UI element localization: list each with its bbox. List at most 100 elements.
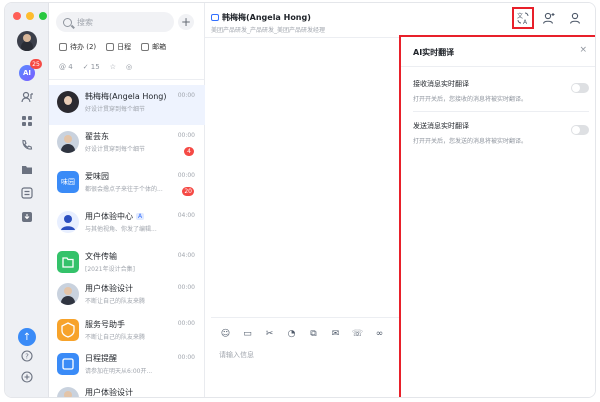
chat-title: 韩梅梅(Angela Hong) xyxy=(211,12,311,23)
avatar xyxy=(57,91,79,113)
service-assistant-icon xyxy=(57,319,79,341)
voice-call-icon[interactable]: ☏ xyxy=(351,327,364,340)
zoom-window-button[interactable] xyxy=(39,12,47,20)
app-window: AI 25 ↑ ? 搜索 + 待办 (2) 日程 邮箱 @ 4 ✓ 15 ☆ ◎… xyxy=(4,2,596,398)
chat-name: 用户体验设计 xyxy=(85,388,133,397)
create-button[interactable]: + xyxy=(178,14,194,30)
chat-time: 00:00 xyxy=(177,354,195,361)
share-icon[interactable]: ⧉ xyxy=(307,327,320,340)
emoji-icon[interactable]: ☺ xyxy=(219,327,232,340)
add-member-icon[interactable] xyxy=(541,10,557,26)
chat-time: 04:00 xyxy=(177,212,195,219)
minimize-window-button[interactable] xyxy=(26,12,34,20)
quick-filters: 待办 (2) 日程 邮箱 xyxy=(59,42,166,52)
avatar xyxy=(57,131,79,153)
profile-icon[interactable] xyxy=(567,10,583,26)
ai-translate-panel: AI实时翻译 × 接收消息实时翻译 打开开关后，您接收的消息将被实时翻译。 发送… xyxy=(399,35,595,397)
chat-name: 用户体验设计 xyxy=(85,284,133,293)
chat-name: 用户体验中心 A xyxy=(85,212,145,221)
message-icon[interactable]: ✉ xyxy=(329,327,342,340)
chat-name: 服务号助手 xyxy=(85,320,125,329)
avatar xyxy=(57,283,79,305)
option-title: 接收消息实时翻译 xyxy=(413,80,469,88)
close-icon[interactable]: × xyxy=(579,45,587,55)
folder-icon[interactable]: ▭ xyxy=(241,327,254,340)
chat-time: 00:00 xyxy=(177,172,195,179)
message-composer: ☺ ▭ ✂ ◔ ⧉ ✉ ☏ ∞ 请输入信息 xyxy=(211,317,401,389)
chat-preview: 都很会撸点子来往于个体的... xyxy=(85,186,163,193)
translate-icon[interactable]: 文A xyxy=(512,7,534,29)
left-rail: AI 25 ↑ ? xyxy=(5,3,49,397)
link-icon[interactable]: ∞ xyxy=(373,327,386,340)
chat-time: 00:00 xyxy=(177,132,195,139)
receive-translate-toggle[interactable] xyxy=(571,83,589,93)
chat-row[interactable]: 翟芸东 好设计贯穿到每个细节 00:00 4 xyxy=(49,125,205,165)
secondary-filters: @ 4 ✓ 15 ☆ ◎ xyxy=(59,63,132,71)
sticker-icon[interactable]: ◔ xyxy=(285,327,298,340)
mention-filter[interactable]: @ 4 xyxy=(59,63,73,71)
todo-icon xyxy=(59,43,67,51)
close-window-button[interactable] xyxy=(13,12,21,20)
panel-title: AI实时翻译 xyxy=(413,48,455,57)
chat-list-panel: 搜索 + 待办 (2) 日程 邮箱 @ 4 ✓ 15 ☆ ◎ 韩梅梅(Angel… xyxy=(49,3,205,397)
chat-preview: [2021年设计合集] xyxy=(85,266,135,273)
calendar-reminder-icon xyxy=(57,353,79,375)
unread-badge: 4 xyxy=(184,147,194,156)
chat-name: 爱味园 xyxy=(85,172,109,181)
svg-text:A: A xyxy=(523,19,528,25)
eye-icon[interactable]: ◎ xyxy=(126,63,132,71)
chat-preview: 好设计贯穿到每个细节 xyxy=(85,106,146,113)
ai-unread-badge: 25 xyxy=(30,59,42,69)
chat-name: 文件传输 xyxy=(85,252,117,261)
folder-icon[interactable] xyxy=(19,161,35,177)
help-icon[interactable]: ? xyxy=(19,348,35,364)
receive-translate-option: 接收消息实时翻译 打开开关后，您接收的消息将被实时翻译。 xyxy=(413,79,589,103)
mail-filter[interactable]: 邮箱 xyxy=(141,42,166,52)
chat-preview: 与其他视角、你发了编辑... xyxy=(85,226,157,233)
unread-badge: 20 xyxy=(182,187,194,196)
chat-name: 翟芸东 xyxy=(85,132,109,141)
my-avatar[interactable] xyxy=(17,31,37,51)
chat-row[interactable]: 味园 爱味园 都很会撸点子来往于个体的... 00:00 20 xyxy=(49,165,205,205)
chat-header-actions: 文A xyxy=(512,7,583,29)
contacts-icon[interactable] xyxy=(19,89,35,105)
done-filter[interactable]: ✓ 15 xyxy=(83,63,100,71)
chat-row[interactable]: 用户体验中心 A 与其他视角、你发了编辑... 04:00 xyxy=(49,205,205,245)
divider xyxy=(413,111,589,112)
chat-row[interactable]: 用户体验设计 xyxy=(49,381,205,397)
apps-icon[interactable] xyxy=(19,113,35,129)
scissors-icon[interactable]: ✂ xyxy=(263,327,276,340)
chat-time: 04:00 xyxy=(177,252,195,259)
chat-name: 日程提醒 xyxy=(85,354,117,363)
panel-header: AI实时翻译 × xyxy=(401,37,595,67)
calendar-filter[interactable]: 日程 xyxy=(106,42,131,52)
avatar xyxy=(57,387,79,397)
send-translate-option: 发送消息实时翻译 打开开关后，您发送的消息将被实时翻译。 xyxy=(413,121,589,145)
add-circle-icon[interactable] xyxy=(19,369,35,385)
calendar-icon xyxy=(106,43,115,51)
chat-row[interactable]: 韩梅梅(Angela Hong) 好设计贯穿到每个细节 00:00 xyxy=(49,85,205,125)
search-input[interactable]: 搜索 xyxy=(56,12,174,32)
mail-icon xyxy=(141,43,150,51)
chat-preview: 好设计贯穿到每个细节 xyxy=(85,146,146,153)
chat-row[interactable]: 用户体验设计 不断让自己的队友来腾 00:00 xyxy=(49,277,205,317)
chat-name: 韩梅梅(Angela Hong) xyxy=(85,92,167,101)
divider xyxy=(49,79,204,80)
group-tag: A xyxy=(136,213,145,220)
phone-icon[interactable] xyxy=(19,137,35,153)
window-controls xyxy=(13,12,47,20)
upgrade-icon[interactable]: ↑ xyxy=(18,328,36,346)
option-description: 打开开关后，您发送的消息将被实时翻译。 xyxy=(413,138,528,145)
send-translate-toggle[interactable] xyxy=(571,125,589,135)
todo-filter[interactable]: 待办 (2) xyxy=(59,42,96,52)
search-placeholder: 搜索 xyxy=(77,17,93,27)
search-icon xyxy=(63,17,72,27)
chat-bubble-icon xyxy=(211,14,219,21)
message-input[interactable]: 请输入信息 xyxy=(219,350,254,360)
workbench-icon[interactable] xyxy=(19,185,35,201)
chat-time: 00:00 xyxy=(177,284,195,291)
composer-toolbar: ☺ ▭ ✂ ◔ ⧉ ✉ ☏ ∞ xyxy=(219,327,386,340)
star-icon[interactable]: ☆ xyxy=(110,63,116,71)
group-avatar xyxy=(57,211,79,233)
download-box-icon[interactable] xyxy=(19,209,35,225)
